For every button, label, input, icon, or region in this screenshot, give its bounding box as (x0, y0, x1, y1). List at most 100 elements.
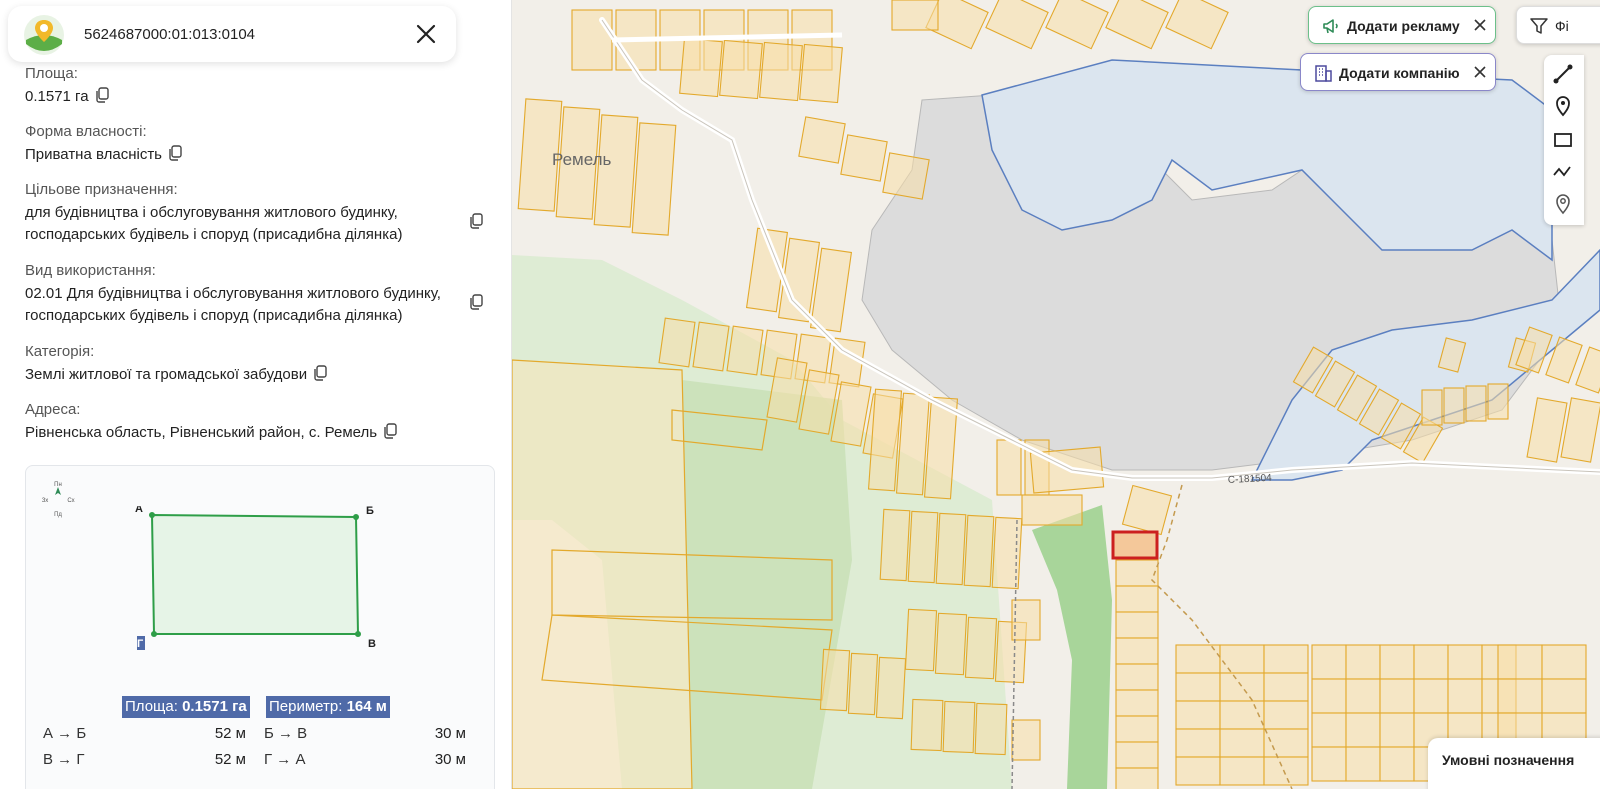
close-ad-icon[interactable] (1473, 18, 1487, 32)
parcel (1115, 741, 1159, 769)
parcel (1175, 756, 1221, 786)
search-bar (8, 6, 456, 62)
location-icon[interactable] (1552, 193, 1574, 215)
compass-south: Пд (54, 512, 62, 518)
parcel (1115, 559, 1159, 587)
parcel (1379, 712, 1415, 748)
parcel (1526, 397, 1568, 463)
parcel (1311, 678, 1347, 714)
parcel (1219, 756, 1265, 786)
copy-icon[interactable] (95, 87, 109, 103)
road-label: С-181504 (1228, 473, 1273, 486)
parcel (1379, 746, 1415, 782)
parcel (1497, 678, 1543, 714)
side-cd-value: 52 м (214, 751, 246, 768)
parcel (1345, 678, 1381, 714)
purpose-field: Цільове призначення: для будівництва і о… (25, 180, 402, 246)
parcel (1165, 0, 1229, 50)
parcel (1115, 611, 1159, 639)
vertex-d-dot (151, 631, 157, 637)
parcel (726, 325, 764, 376)
category-field: Категорія: Землі житлової та громадської… (25, 342, 327, 386)
usage-field: Вид використання: 02.01 Для будівництва … (25, 261, 441, 327)
legend-button[interactable]: Умовні позначення (1428, 738, 1600, 789)
vertex-d-label: Г (137, 638, 144, 650)
add-company-button[interactable]: Додати компанію (1300, 53, 1496, 91)
parcel (963, 514, 995, 588)
close-icon[interactable] (412, 20, 440, 48)
parcel (891, 0, 939, 31)
compass-icon: Пн Пд Зх Сх (42, 482, 75, 518)
copy-icon[interactable] (313, 365, 327, 381)
megaphone-icon (1323, 19, 1338, 34)
parcel (1175, 728, 1221, 758)
parcel (1115, 663, 1159, 691)
category-label: Категорія: (25, 343, 95, 360)
parcel (1413, 678, 1449, 714)
cadastral-map[interactable]: Ремель С-181504 (512, 0, 1600, 789)
parcel (904, 608, 938, 672)
rectangle-icon[interactable] (1552, 129, 1574, 151)
parcel (1219, 644, 1265, 674)
address-label: Адреса: (25, 401, 81, 418)
add-ad-button[interactable]: Додати рекламу (1308, 6, 1496, 44)
parcel (1263, 728, 1309, 758)
filter-button[interactable]: Фі (1516, 6, 1600, 44)
vertex-a-label: А (135, 506, 143, 515)
area-value: 0.1571 га (25, 88, 89, 105)
add-ad-label: Додати рекламу (1347, 18, 1460, 34)
parcel (1115, 767, 1159, 789)
parcel (1311, 712, 1347, 748)
parcel (1263, 700, 1309, 730)
filter-label: Фі (1555, 18, 1569, 34)
parcel (1115, 585, 1159, 613)
measure-line-icon[interactable] (1552, 63, 1574, 85)
vertex-c-dot (355, 631, 361, 637)
parcel (719, 39, 763, 100)
building-icon (1315, 65, 1332, 82)
selected-parcel[interactable] (1111, 530, 1159, 560)
parcel (882, 152, 930, 200)
map-pin-icon[interactable] (1552, 95, 1574, 117)
vertex-a-dot (149, 512, 155, 518)
parcel (1487, 383, 1509, 420)
parcel (631, 122, 677, 236)
copy-icon[interactable] (469, 294, 483, 310)
side-cd-label: В → Г (43, 751, 85, 768)
parcel (1421, 389, 1443, 426)
parcel (1379, 644, 1415, 680)
parcel (1497, 644, 1543, 680)
parcel (593, 114, 639, 228)
copy-icon[interactable] (383, 423, 397, 439)
purpose-line-1: для будівництва і обслуговування житлово… (25, 204, 398, 221)
copy-icon[interactable] (168, 145, 182, 161)
parcel (1115, 637, 1159, 665)
plot-area-label: Площа: (125, 698, 178, 715)
purpose-line-2: господарських будівель і споруд (присади… (25, 226, 403, 243)
parcel (996, 439, 1022, 496)
close-company-icon[interactable] (1473, 65, 1487, 79)
parcel (1175, 700, 1221, 730)
side-bc-label: Б → В (264, 725, 308, 742)
ownership-field: Форма власності: Приватна власність (25, 122, 182, 166)
usage-line-2: господарських будівель і споруд (присади… (25, 307, 403, 324)
map-canvas[interactable]: Ремель С-181504 (512, 0, 1600, 789)
parcel (658, 317, 696, 368)
map-tools (1544, 55, 1584, 225)
copy-icon[interactable] (469, 213, 483, 229)
area-label: Площа: (25, 65, 78, 82)
village-label: Ремель (552, 150, 612, 169)
forest-strip (1032, 505, 1112, 789)
parcel (1011, 719, 1041, 761)
parcel (1263, 644, 1309, 674)
parcel (1541, 678, 1587, 714)
purpose-label: Цільове призначення: (25, 181, 178, 198)
parcel (974, 702, 1008, 756)
parcel (840, 134, 888, 182)
parcel (910, 698, 944, 752)
cadastral-number-input[interactable] (84, 22, 404, 46)
polyline-icon[interactable] (1552, 161, 1574, 183)
plot-polygon: А Б В Г (135, 506, 376, 650)
add-company-label: Додати компанію (1339, 65, 1460, 81)
usage-line-1: 02.01 Для будівництва і обслуговування ж… (25, 285, 441, 302)
